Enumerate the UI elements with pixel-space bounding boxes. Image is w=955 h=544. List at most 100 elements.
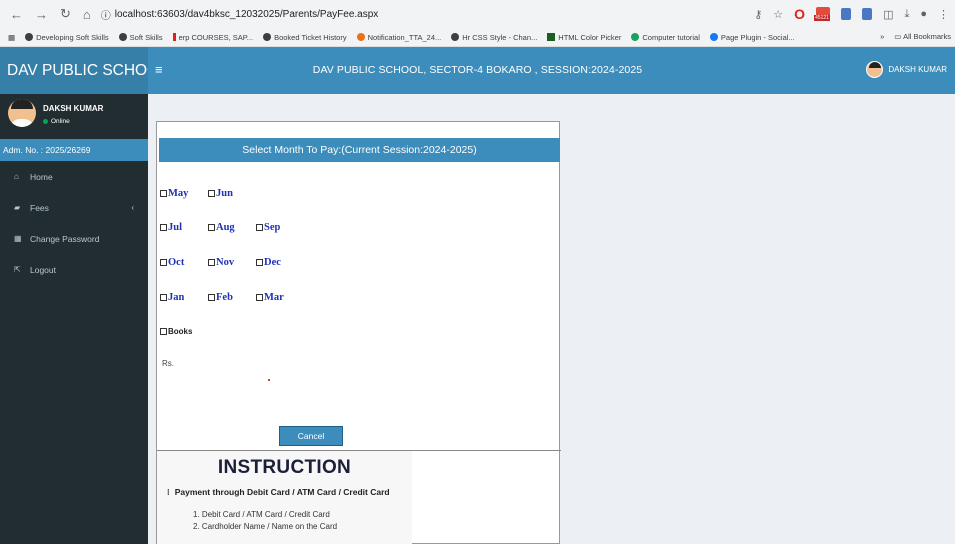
all-bookmarks[interactable]: ▭ All Bookmarks xyxy=(894,32,951,41)
app-header: DAV PUBLIC SCHOOL ≡ DAV PUBLIC SCHOOL, S… xyxy=(0,47,955,94)
checkbox[interactable] xyxy=(160,190,167,197)
browser-toolbar: ← → ↻ ⌂ ⓘ localhost:63603/dav4bksc_12032… xyxy=(0,0,955,28)
month-checkbox-sep[interactable]: Sep xyxy=(256,222,304,233)
notification-icon xyxy=(356,33,365,41)
reload-icon[interactable]: ↻ xyxy=(60,6,71,22)
header-user-name: DAKSH KUMAR xyxy=(888,65,947,74)
extension-icon[interactable] xyxy=(841,8,852,20)
page-title: DAV PUBLIC SCHOOL, SECTOR-4 BOKARO , SES… xyxy=(312,64,643,76)
red-dot xyxy=(268,379,270,381)
bookmark-item[interactable]: Notification_TTA_24... xyxy=(356,33,441,42)
erp-icon xyxy=(172,33,176,41)
profile-icon[interactable]: ● xyxy=(920,8,927,20)
sidebar-item-logout[interactable]: ⇱ Logout xyxy=(0,254,148,285)
sidebar-item-change-password[interactable]: ▦ Change Password xyxy=(0,223,148,254)
download-icon[interactable]: ⤓ xyxy=(904,8,909,21)
bookmark-item[interactable]: Computer tutorial xyxy=(631,33,700,42)
globe-icon xyxy=(263,33,272,41)
checkbox[interactable] xyxy=(256,259,263,266)
instruction-subtitle: ⁝ Payment through Debit Card / ATM Card /… xyxy=(167,487,390,497)
bookmark-item[interactable]: HTML Color Picker xyxy=(547,33,621,42)
online-status: Online xyxy=(43,118,70,125)
url-text[interactable]: localhost:63603/dav4bksc_12032025/Parent… xyxy=(115,9,379,20)
w-icon xyxy=(547,33,556,41)
bookmark-item[interactable]: Booked Ticket History xyxy=(263,33,347,42)
bookmark-item[interactable]: Hr CSS Style - Chan... xyxy=(451,33,537,42)
instruction-list: 1. Debit Card / ATM Card / Credit Card 2… xyxy=(193,509,337,533)
home-browser-icon[interactable]: ⌂ xyxy=(83,7,91,22)
month-checkbox-may[interactable]: May xyxy=(160,188,208,199)
bookmark-item[interactable]: Soft Skills xyxy=(118,33,163,42)
checkbox[interactable] xyxy=(208,224,215,231)
checkbox[interactable] xyxy=(160,294,167,301)
address-bar[interactable]: ⓘ localhost:63603/dav4bksc_12032025/Pare… xyxy=(101,7,379,22)
month-row: Oct Nov Dec xyxy=(160,257,304,268)
logout-icon: ⇱ xyxy=(14,265,21,274)
checkbox[interactable] xyxy=(160,224,167,231)
bookmark-item[interactable]: Page Plugin - Social... xyxy=(709,33,795,42)
checkbox[interactable] xyxy=(160,328,167,335)
opera-extension-icon[interactable]: O xyxy=(794,6,805,22)
instruction-title: INSTRUCTION xyxy=(217,457,352,478)
globe-icon xyxy=(25,33,34,41)
list-item: 2. Cardholder Name / Name on the Card xyxy=(193,522,338,531)
apps-grid-icon[interactable]: ▦ xyxy=(8,33,15,42)
list-item: 1. Debit Card / ATM Card / Credit Card xyxy=(193,510,330,519)
books-checkbox[interactable]: Books xyxy=(160,327,192,336)
sidebar-item-fees[interactable]: ▰ Fees ‹ xyxy=(0,192,148,223)
checkbox[interactable] xyxy=(208,190,215,197)
menu-dots-icon[interactable]: ⋮ xyxy=(938,8,949,21)
user-panel: DAKSH KUMAR Online xyxy=(0,94,148,139)
browser-actions: ⚷ ☆ O 45121 ◫ ⤓ ● ⋮ xyxy=(754,6,949,22)
home-icon: ⌂ xyxy=(14,172,19,181)
month-row: May Jun xyxy=(160,188,256,199)
month-checkbox-feb[interactable]: Feb xyxy=(208,292,256,303)
month-row: Jul Aug Sep xyxy=(160,222,304,233)
pay-fee-panel: Select Month To Pay:(Current Session:202… xyxy=(156,121,561,544)
globe-icon xyxy=(118,33,127,41)
month-checkbox-aug[interactable]: Aug xyxy=(208,222,256,233)
month-row: Jan Feb Mar xyxy=(160,292,304,303)
amount-label: Rs. xyxy=(162,359,174,368)
back-icon[interactable]: ← xyxy=(10,7,23,22)
month-checkbox-dec[interactable]: Dec xyxy=(256,257,304,268)
browser-nav: ← → ↻ ⌂ xyxy=(10,6,91,22)
extensions-puzzle-icon[interactable]: ◫ xyxy=(883,8,893,21)
table-icon: ▦ xyxy=(14,234,22,243)
main-content: Select Month To Pay:(Current Session:202… xyxy=(148,94,955,544)
bookmarks-right: » ▭ All Bookmarks xyxy=(880,32,951,41)
avatar xyxy=(8,99,36,127)
folder-icon: ▭ xyxy=(894,32,902,41)
online-dot-icon xyxy=(43,119,48,124)
checkbox[interactable] xyxy=(208,259,215,266)
forward-icon[interactable]: → xyxy=(35,7,48,22)
avatar xyxy=(866,61,884,78)
cancel-button[interactable]: Cancel xyxy=(279,426,343,446)
more-bookmarks[interactable]: » xyxy=(880,32,884,41)
info-icon[interactable]: ⓘ xyxy=(101,7,111,22)
header-user-menu[interactable]: DAKSH KUMAR xyxy=(866,61,947,78)
fees-icon: ▰ xyxy=(14,203,21,212)
month-checkbox-jan[interactable]: Jan xyxy=(160,292,208,303)
extension-icon-2[interactable] xyxy=(862,8,873,20)
chevron-left-icon: ‹ xyxy=(131,203,134,212)
password-key-icon[interactable]: ⚷ xyxy=(754,8,762,21)
month-checkbox-oct[interactable]: Oct xyxy=(160,257,208,268)
star-icon[interactable]: ☆ xyxy=(773,8,783,21)
month-checkbox-mar[interactable]: Mar xyxy=(256,292,304,303)
bookmark-item[interactable]: erp COURSES, SAP... xyxy=(172,33,253,42)
admission-number: Adm. No. : 2025/26269 xyxy=(0,139,148,161)
form-title: Select Month To Pay:(Current Session:202… xyxy=(159,138,560,162)
checkbox[interactable] xyxy=(256,294,263,301)
instruction-box: INSTRUCTION ⁝ Payment through Debit Card … xyxy=(157,451,412,544)
checkbox[interactable] xyxy=(160,259,167,266)
bookmark-item[interactable]: Developing Soft Skills xyxy=(25,33,109,42)
month-checkbox-jul[interactable]: Jul xyxy=(160,222,208,233)
checkbox[interactable] xyxy=(256,224,263,231)
sidebar-user-name: DAKSH KUMAR xyxy=(43,104,104,113)
sidebar-item-home[interactable]: ⌂ Home xyxy=(0,161,148,192)
month-checkbox-jun[interactable]: Jun xyxy=(208,188,256,199)
checkbox[interactable] xyxy=(208,294,215,301)
extension-badge-icon[interactable]: 45121 xyxy=(814,7,831,21)
month-checkbox-nov[interactable]: Nov xyxy=(208,257,256,268)
